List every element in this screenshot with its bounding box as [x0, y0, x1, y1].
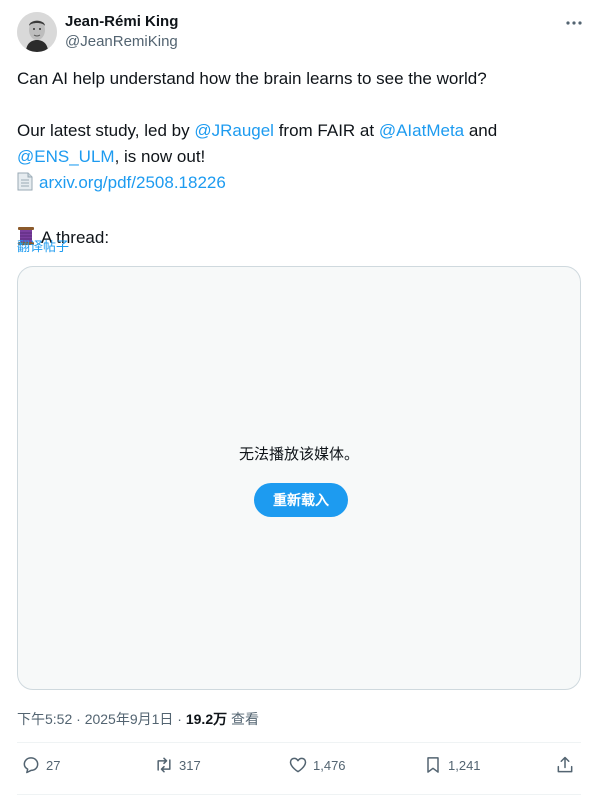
like-button[interactable]: 1,476 — [288, 755, 346, 775]
more-options-button[interactable] — [563, 12, 585, 34]
reply-button[interactable]: 27 — [21, 755, 60, 775]
tweet-line: arxiv.org/pdf/2508.18226 — [17, 170, 577, 199]
like-count: 1,476 — [313, 757, 346, 773]
tweet-text-segment: Our latest study, led by — [17, 121, 195, 140]
tweet-text-segment: from FAIR at — [273, 121, 379, 140]
author-avatar[interactable] — [17, 12, 57, 52]
mention-aiatmeta[interactable]: @AIatMeta — [379, 121, 464, 140]
mention-jraugel[interactable]: @JRaugel — [194, 121, 274, 140]
tweet-metadata: 下午5:52 · 2025年9月1日 · 19.2万 查看 — [17, 709, 259, 729]
retweet-count: 317 — [179, 757, 201, 773]
tweet-line: Can AI help understand how the brain lea… — [17, 69, 487, 88]
bookmark-icon — [427, 757, 439, 773]
author-handle[interactable]: @JeanRemiKing — [65, 33, 178, 50]
page-facing-up-icon — [17, 172, 33, 199]
media-container: 无法播放该媒体。 重新载入 — [17, 266, 581, 690]
action-bar: 27 317 1,476 1,241 — [17, 755, 581, 785]
reload-button[interactable]: 重新载入 — [254, 483, 348, 517]
author-name[interactable]: Jean-Rémi King — [65, 13, 178, 30]
translate-post-link[interactable]: 翻译帖子 — [17, 236, 69, 255]
views-label: 查看 — [227, 711, 259, 727]
tweet-body: Can AI help understand how the brain lea… — [17, 66, 577, 254]
reply-count: 27 — [46, 757, 61, 773]
tweet-text-segment: , is now out! — [114, 147, 206, 166]
tweet-line: Our latest study, led by @JRaugel from F… — [17, 118, 577, 144]
view-count: 19.2万 — [185, 711, 228, 727]
bookmark-count: 1,241 — [448, 757, 481, 773]
share-button[interactable] — [555, 755, 575, 775]
media-error-message: 无法播放该媒体。 — [238, 446, 359, 463]
avatar-portrait — [17, 12, 57, 52]
tweet-line: @ENS_ULM, is now out! — [17, 144, 577, 170]
retweet-button[interactable]: 317 — [154, 755, 201, 775]
reply-icon — [23, 757, 39, 774]
timestamp[interactable]: 下午5:52 · 2025年9月1日 · — [17, 711, 186, 727]
bookmark-button[interactable]: 1,241 — [423, 755, 481, 775]
divider — [17, 742, 581, 743]
arxiv-link[interactable]: arxiv.org/pdf/2508.18226 — [39, 173, 226, 192]
tweet-line: A thread: — [17, 225, 577, 254]
retweet-icon — [157, 757, 171, 773]
more-icon — [566, 21, 582, 25]
tweet-text-segment: and — [464, 121, 498, 140]
share-icon — [557, 756, 573, 773]
heart-icon — [289, 757, 307, 773]
mention-ens-ulm[interactable]: @ENS_ULM — [17, 147, 115, 166]
